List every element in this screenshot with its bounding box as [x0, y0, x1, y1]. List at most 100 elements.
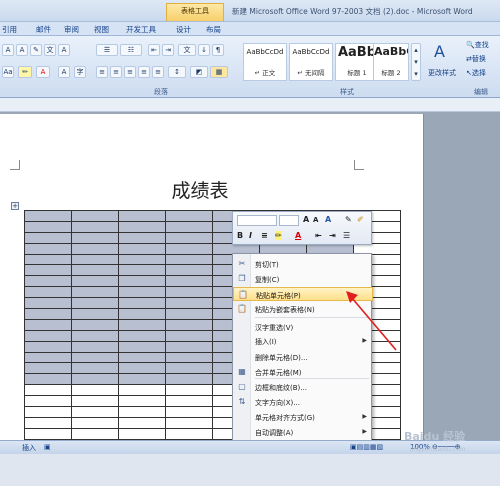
table-cell[interactable] [165, 210, 213, 222]
select-button[interactable]: ↖选择 [466, 68, 486, 78]
table-cell[interactable] [165, 362, 213, 375]
table-cell[interactable] [24, 275, 72, 288]
table-cell[interactable] [71, 373, 119, 386]
table-cell[interactable] [24, 384, 72, 397]
table-cell[interactable] [71, 220, 119, 233]
table-cell[interactable] [24, 427, 72, 440]
decrease-indent-icon[interactable]: ⇤ [315, 231, 322, 240]
table-cell[interactable] [24, 231, 72, 244]
table-cell[interactable] [71, 427, 119, 440]
table-cell[interactable] [24, 308, 72, 320]
table-cell[interactable] [24, 253, 72, 266]
table-cell[interactable] [71, 340, 119, 353]
font-size-box[interactable] [279, 215, 299, 226]
table-cell[interactable] [118, 220, 166, 233]
table-cell[interactable] [71, 297, 119, 310]
table-cell[interactable] [165, 340, 213, 353]
table-cell[interactable] [71, 395, 119, 408]
tab-layout[interactable]: 布局 [206, 24, 221, 35]
table-cell[interactable] [118, 210, 166, 222]
menu-item[interactable]: ❐ 复制(C) [233, 272, 373, 286]
table-cell[interactable] [118, 253, 166, 266]
table-cell[interactable] [118, 406, 166, 418]
table-cell[interactable] [165, 253, 213, 266]
styles-icon[interactable]: A [325, 215, 331, 224]
table-cell[interactable] [118, 395, 166, 408]
table-cell[interactable] [24, 318, 72, 331]
menu-item[interactable]: 📋 粘贴单元格(P) [233, 287, 373, 301]
char-shading-button[interactable]: A [58, 66, 70, 78]
style-no-spacing[interactable]: AaBbCcDd ↵ 无间隔 [289, 43, 333, 81]
insert-mode-indicator[interactable]: 插入 [22, 443, 36, 453]
table-cell[interactable] [71, 286, 119, 299]
macro-record-icon[interactable]: ▣ [44, 443, 51, 451]
change-styles-button[interactable]: A 更改样式 [428, 42, 460, 82]
align-right-button[interactable]: ≡ [124, 66, 136, 78]
tab-developer[interactable]: 开发工具 [126, 24, 156, 35]
table-cell[interactable] [71, 264, 119, 277]
table-cell[interactable] [165, 275, 213, 288]
shrink-font-button[interactable]: A [16, 44, 28, 56]
table-cell[interactable] [71, 231, 119, 244]
font-name-box[interactable] [237, 215, 277, 226]
replace-button[interactable]: ⇄替换 [466, 54, 486, 64]
table-cell[interactable] [165, 351, 213, 364]
table-cell[interactable] [24, 340, 72, 353]
table-cell[interactable] [118, 231, 166, 244]
find-button[interactable]: 🔍查找 [466, 40, 489, 50]
bullets-icon[interactable]: ☰ [343, 231, 350, 240]
distributed-button[interactable]: ≡ [152, 66, 164, 78]
tab-design[interactable]: 设计 [176, 24, 191, 35]
table-cell[interactable] [118, 362, 166, 375]
table-cell[interactable] [24, 264, 72, 277]
table-cell[interactable] [118, 242, 166, 255]
line-spacing-button[interactable]: ↕ [168, 66, 186, 78]
increase-indent-button[interactable]: ⇥ [162, 44, 174, 56]
enclose-char-button[interactable]: 字 [74, 66, 86, 78]
table-cell[interactable] [24, 210, 72, 222]
align-left-button[interactable]: ≡ [96, 66, 108, 78]
table-cell[interactable] [118, 329, 166, 342]
table-cell[interactable] [118, 416, 166, 429]
table-cell[interactable] [165, 264, 213, 277]
table-cell[interactable] [118, 264, 166, 277]
format-painter-icon[interactable]: ✎ [345, 215, 352, 224]
align-center-button[interactable]: ≡ [110, 66, 122, 78]
table-cell[interactable] [118, 308, 166, 320]
shrink-font-icon[interactable]: A [313, 216, 318, 224]
styles-scroll-button[interactable]: ▴ ▾ ▾ [411, 43, 421, 81]
table-cell[interactable] [165, 406, 213, 418]
highlight-color-button[interactable]: ✏ [18, 66, 32, 78]
table-cell[interactable] [24, 242, 72, 255]
table-cell[interactable] [165, 297, 213, 310]
clear-format-button[interactable]: ✎ [30, 44, 42, 56]
font-color-icon[interactable]: A [295, 231, 301, 240]
context-tab-table-tools[interactable]: 表格工具 [166, 3, 224, 21]
tab-references[interactable]: 引用 [2, 24, 17, 35]
shading-button[interactable]: ◩ [190, 66, 208, 78]
table-cell[interactable] [118, 427, 166, 440]
table-cell[interactable] [165, 242, 213, 255]
table-cell[interactable] [165, 416, 213, 429]
table-cell[interactable] [24, 395, 72, 408]
sort-button[interactable]: ↓ [198, 44, 210, 56]
decrease-indent-button[interactable]: ⇤ [148, 44, 160, 56]
menu-item[interactable]: 汉字重选(V) [233, 320, 373, 334]
table-cell[interactable] [24, 416, 72, 429]
table-cell[interactable] [24, 220, 72, 233]
brush-icon[interactable]: ✐ [357, 215, 364, 224]
table-cell[interactable] [71, 275, 119, 288]
table-cell[interactable] [165, 220, 213, 233]
table-move-handle-icon[interactable]: + [11, 202, 19, 210]
font-color-button[interactable]: A [36, 66, 50, 78]
italic-button[interactable]: I [249, 231, 252, 240]
menu-item[interactable]: ⇅ 文字方向(X)... [233, 395, 373, 409]
table-cell[interactable] [71, 406, 119, 418]
justify-button[interactable]: ≡ [138, 66, 150, 78]
menu-item[interactable]: ✂ 剪切(T) [233, 257, 373, 271]
numbering-button[interactable]: ☷ [120, 44, 142, 56]
table-cell[interactable] [118, 286, 166, 299]
table-cell[interactable] [24, 329, 72, 342]
menu-item[interactable]: 自动调整(A) ▶ [233, 425, 373, 439]
menu-item[interactable]: 删除单元格(D)... [233, 350, 373, 364]
